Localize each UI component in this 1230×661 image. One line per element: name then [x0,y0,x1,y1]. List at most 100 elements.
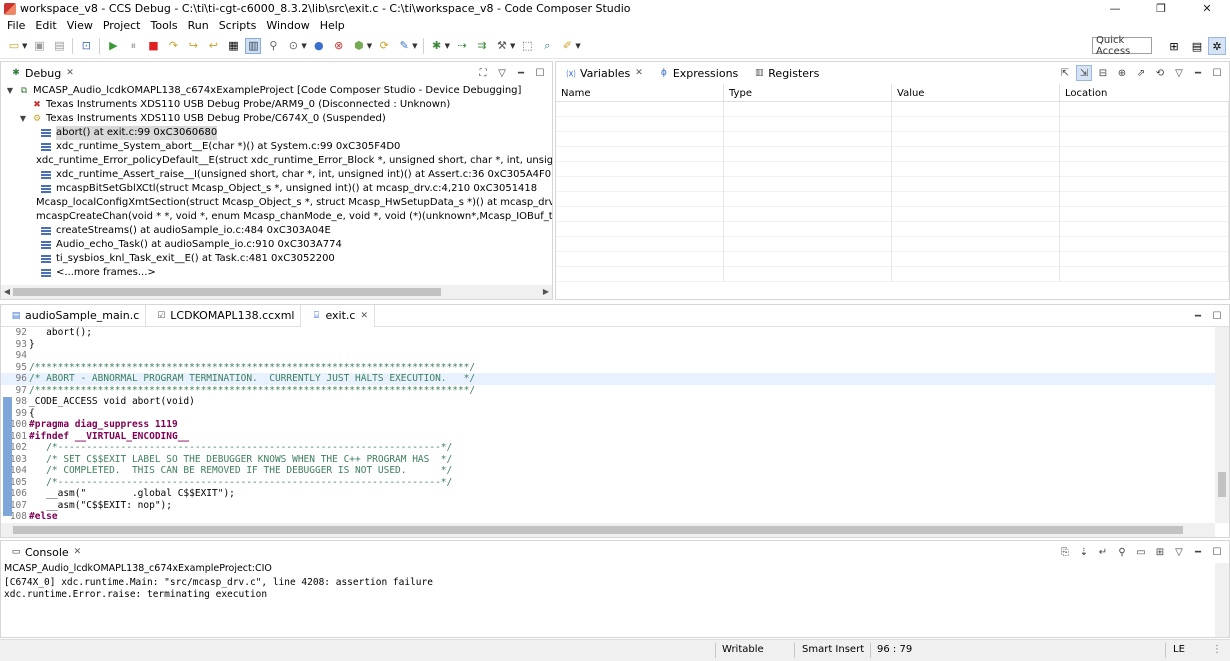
view-menu-icon[interactable]: ▽ [494,65,510,81]
display-console-icon[interactable]: ▭ [1133,544,1149,560]
scroll-left-icon[interactable]: ◀ [1,285,13,299]
stack-frame-row[interactable]: Audio_echo_Task() at audioSample_io.c:91… [1,238,552,252]
close-button[interactable]: ✕ [1184,0,1230,17]
debug-view-icon[interactable]: ⊡ [78,38,94,54]
minimize-view-icon[interactable]: ━ [1190,65,1206,81]
view-menu-icon[interactable]: ▽ [1171,65,1187,81]
resume-icon[interactable]: ▶ [105,38,121,54]
debug-icon[interactable]: ✱ [429,38,445,54]
stack-frame-row[interactable]: mcaspBitSetGblXCtl(struct Mcasp_Object_s… [1,182,552,196]
code-line[interactable]: 108 #else [1,511,1229,523]
search-icon[interactable]: ⌕ [539,38,555,54]
open-type-icon[interactable]: ✐ [559,38,575,54]
expand-chevron-icon[interactable]: ▼ [5,84,15,98]
view-menu-icon[interactable]: ▽ [1171,544,1187,560]
code-line[interactable]: 98 _CODE_ACCESS void abort(void) [1,396,1229,408]
stack-frame-row[interactable]: abort() at exit.c:99 0xC3060680 [1,126,552,140]
perspective-ccs-edit-icon[interactable]: ▤ [1188,37,1206,55]
debug-tree-node[interactable]: ▼ ⚙ Texas Instruments XDS110 USB Debug Pro… [1,112,552,126]
menu-view[interactable]: View [62,19,98,32]
load-program-icon[interactable]: ⬢ [351,38,367,54]
stack-frame-row[interactable]: createStreams() at audioSample_io.c:484 … [1,224,552,238]
tab-audiosample-main[interactable]: ▤ audioSample_main.c [1,305,147,327]
code-line[interactable]: 93} [1,339,1229,351]
quick-access-field[interactable]: Quick Access [1092,35,1152,57]
column-type[interactable]: Type [724,84,892,102]
code-line[interactable]: 99{ [1,408,1229,420]
code-line[interactable]: 100 #pragma diag_suppress 1119 [1,419,1229,431]
minimize-view-icon[interactable]: ━ [513,65,529,81]
tab-registers[interactable]: ▥ Registers [744,62,825,84]
minimize-button[interactable]: — [1092,0,1138,17]
tab-expressions[interactable]: ɸ Expressions [649,62,744,84]
column-value[interactable]: Value [892,84,1060,102]
grid-icon[interactable]: ▦ [225,38,241,54]
new-expression-icon[interactable]: ⊕ [1114,65,1130,81]
collapse-all-icon[interactable]: ⊟ [1095,65,1111,81]
maximize-view-icon[interactable]: ☐ [1209,308,1225,324]
open-perspective-icon[interactable]: ⊞ [1165,37,1183,55]
menu-project[interactable]: Project [98,19,146,32]
external-tools-icon[interactable]: ⬚ [519,38,535,54]
close-icon[interactable]: ✕ [74,547,82,557]
open-console-icon[interactable]: ⊞ [1152,544,1168,560]
stack-frame-row[interactable]: Mcasp_localConfigXmtSection(struct Mcasp… [1,196,552,210]
code-line[interactable]: 94 [1,350,1229,362]
code-line[interactable]: 97/*************************************… [1,385,1229,397]
tab-variables[interactable]: ⒳ Variables ✕ [556,62,649,84]
code-line[interactable]: 103 /* SET C$$EXIT LABEL SO THE DEBUGGER… [1,454,1229,466]
editor-horizontal-scrollbar[interactable] [1,523,1215,537]
save-icon[interactable]: ▣ [31,38,47,54]
terminate-icon[interactable]: ■ [145,38,161,54]
close-icon[interactable]: ✕ [635,68,643,78]
maximize-view-icon[interactable]: ☐ [532,65,548,81]
code-line[interactable]: 107 __asm("C$$EXIT: nop"); [1,500,1229,512]
minimize-view-icon[interactable]: ━ [1190,308,1206,324]
scrollbar-thumb[interactable] [1218,472,1226,497]
status-menu-icon[interactable]: ⋮ [1212,644,1222,655]
collapse-all-icon[interactable]: ⛶ [475,65,491,81]
stack-frame-row[interactable]: ti_sysbios_knl_Task_exit__E() at Task.c:… [1,252,552,266]
save-all-icon[interactable]: ▤ [51,38,67,54]
reset-dropdown-icon[interactable]: ▼ [301,42,306,50]
load-dropdown-icon[interactable]: ▼ [367,42,372,50]
menu-window[interactable]: Window [261,19,314,32]
code-editor[interactable]: 92 abort(); 93} 94 95/*********************… [1,327,1229,537]
open-type-dropdown-icon[interactable]: ▼ [575,42,580,50]
word-wrap-icon[interactable]: ↵ [1095,544,1111,560]
code-line[interactable]: 105 /*----------------------------------… [1,477,1229,489]
stack-frame-row[interactable]: xdc_runtime_Error_policyDefault__E(struc… [1,154,552,168]
step-return-icon[interactable]: ↩ [205,38,221,54]
code-line[interactable]: 95/*************************************… [1,362,1229,374]
refresh-icon[interactable]: ⟲ [1152,65,1168,81]
debug-tree-node[interactable]: ▼ ⧉ MCASP_Audio_lcdkOMAPL138_c674xExampleP… [1,84,552,98]
scroll-lock-icon[interactable]: ⇣ [1076,544,1092,560]
stack-frame-row[interactable]: <...more frames...> [1,266,552,280]
scrollbar-thumb[interactable] [13,288,441,296]
menu-scripts[interactable]: Scripts [214,19,262,32]
status-cursor-position[interactable]: 96 : 79 [877,644,912,655]
memory-icon[interactable]: ▥ [245,37,262,54]
maximize-view-icon[interactable]: ☐ [1209,544,1225,560]
new-dropdown-icon[interactable]: ▼ [22,42,27,50]
remove-breakpoints-icon[interactable]: ⊗ [331,38,347,54]
editor-vertical-scrollbar[interactable] [1215,327,1229,523]
connect-icon[interactable]: ⚲ [265,38,281,54]
tab-lcdk-ccxml[interactable]: ☑ LCDKOMAPL138.ccxml [146,305,302,327]
scroll-right-icon[interactable]: ▶ [540,285,552,299]
debug-tree-node[interactable]: ✖ Texas Instruments XDS110 USB Debug Prob… [1,98,552,112]
close-icon[interactable]: ✕ [66,68,74,78]
stack-frame-row[interactable]: xdc_runtime_Assert_raise__I(unsigned sho… [1,168,552,182]
code-line[interactable]: 101 #ifndef __VIRTUAL_ENCODING__ [1,431,1229,443]
column-location[interactable]: Location [1060,84,1229,102]
code-line[interactable]: 102 /*----------------------------------… [1,442,1229,454]
show-logical-structure-icon[interactable]: ⇲ [1076,65,1092,81]
maximize-view-icon[interactable]: ☐ [1209,65,1225,81]
expand-chevron-icon[interactable]: ▼ [18,112,28,126]
menu-edit[interactable]: Edit [30,19,61,32]
menu-tools[interactable]: Tools [145,19,182,32]
script-dropdown-icon[interactable]: ▼ [412,42,417,50]
export-icon[interactable]: ⇗ [1133,65,1149,81]
tab-debug[interactable]: ✱ Debug ✕ [1,62,80,84]
current-code-line[interactable]: 96/* ABORT - ABNORMAL PROGRAM TERMINATIO… [1,373,1229,385]
